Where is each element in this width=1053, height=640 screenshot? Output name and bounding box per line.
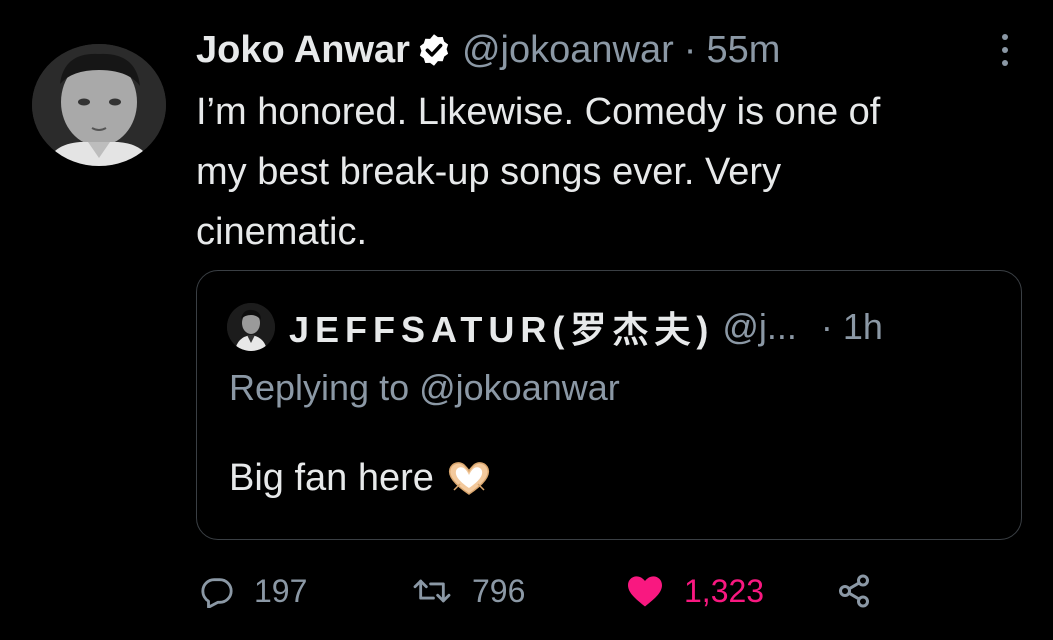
quoted-tweet[interactable]: JEFFSATUR(罗杰夫) @j... · 1h Replying to @j… (196, 270, 1022, 540)
like-count: 1,323 (684, 572, 765, 609)
retweet-button[interactable]: 796 (412, 566, 525, 616)
tweet-actions: 197 796 1,323 (200, 566, 900, 616)
author-avatar[interactable] (32, 44, 166, 166)
quoted-author-name: JEFFSATUR(罗杰夫) (289, 309, 715, 350)
replying-to-label: Replying to @jokoanwar (229, 367, 620, 408)
quoted-tweet-timestamp: 1h (842, 306, 883, 347)
author-handle[interactable]: @jokoanwar (462, 29, 674, 72)
quoted-author-avatar (227, 303, 275, 351)
like-button[interactable]: 1,323 (626, 566, 764, 616)
reply-count: 197 (254, 572, 308, 609)
retweet-count: 796 (472, 572, 526, 609)
header-separator: · (683, 28, 697, 71)
tweet-timestamp[interactable]: 55m (706, 29, 780, 72)
heart-hands-emoji-icon (446, 460, 492, 498)
author-name[interactable]: Joko Anwar (196, 29, 410, 72)
share-icon (836, 573, 872, 609)
verified-badge-icon (416, 32, 452, 68)
reply-icon (200, 574, 234, 608)
quoted-tweet-text: Big fan here (229, 457, 434, 499)
heart-icon (626, 574, 664, 608)
quoted-author-avatar-photo (227, 303, 275, 351)
more-vertical-icon[interactable] (994, 30, 1016, 70)
tweet-card[interactable]: Joko Anwar @jokoanwar · 55m I’m honored.… (0, 0, 1053, 640)
retweet-icon (412, 574, 452, 608)
reply-button[interactable]: 197 (200, 566, 307, 616)
quoted-header-separator: · (820, 306, 833, 347)
tweet-text: I’m honored. Likewise. Comedy is one of … (196, 91, 881, 253)
quoted-author-handle: @j... (722, 306, 797, 347)
author-avatar-photo (32, 44, 166, 166)
quoted-tweet-text-row: Big fan here (229, 457, 492, 500)
tweet-header: Joko Anwar @jokoanwar · 55m (196, 26, 780, 74)
share-button[interactable] (836, 566, 872, 616)
quoted-tweet-header: JEFFSATUR(罗杰夫) @j... · 1h (289, 301, 1001, 353)
